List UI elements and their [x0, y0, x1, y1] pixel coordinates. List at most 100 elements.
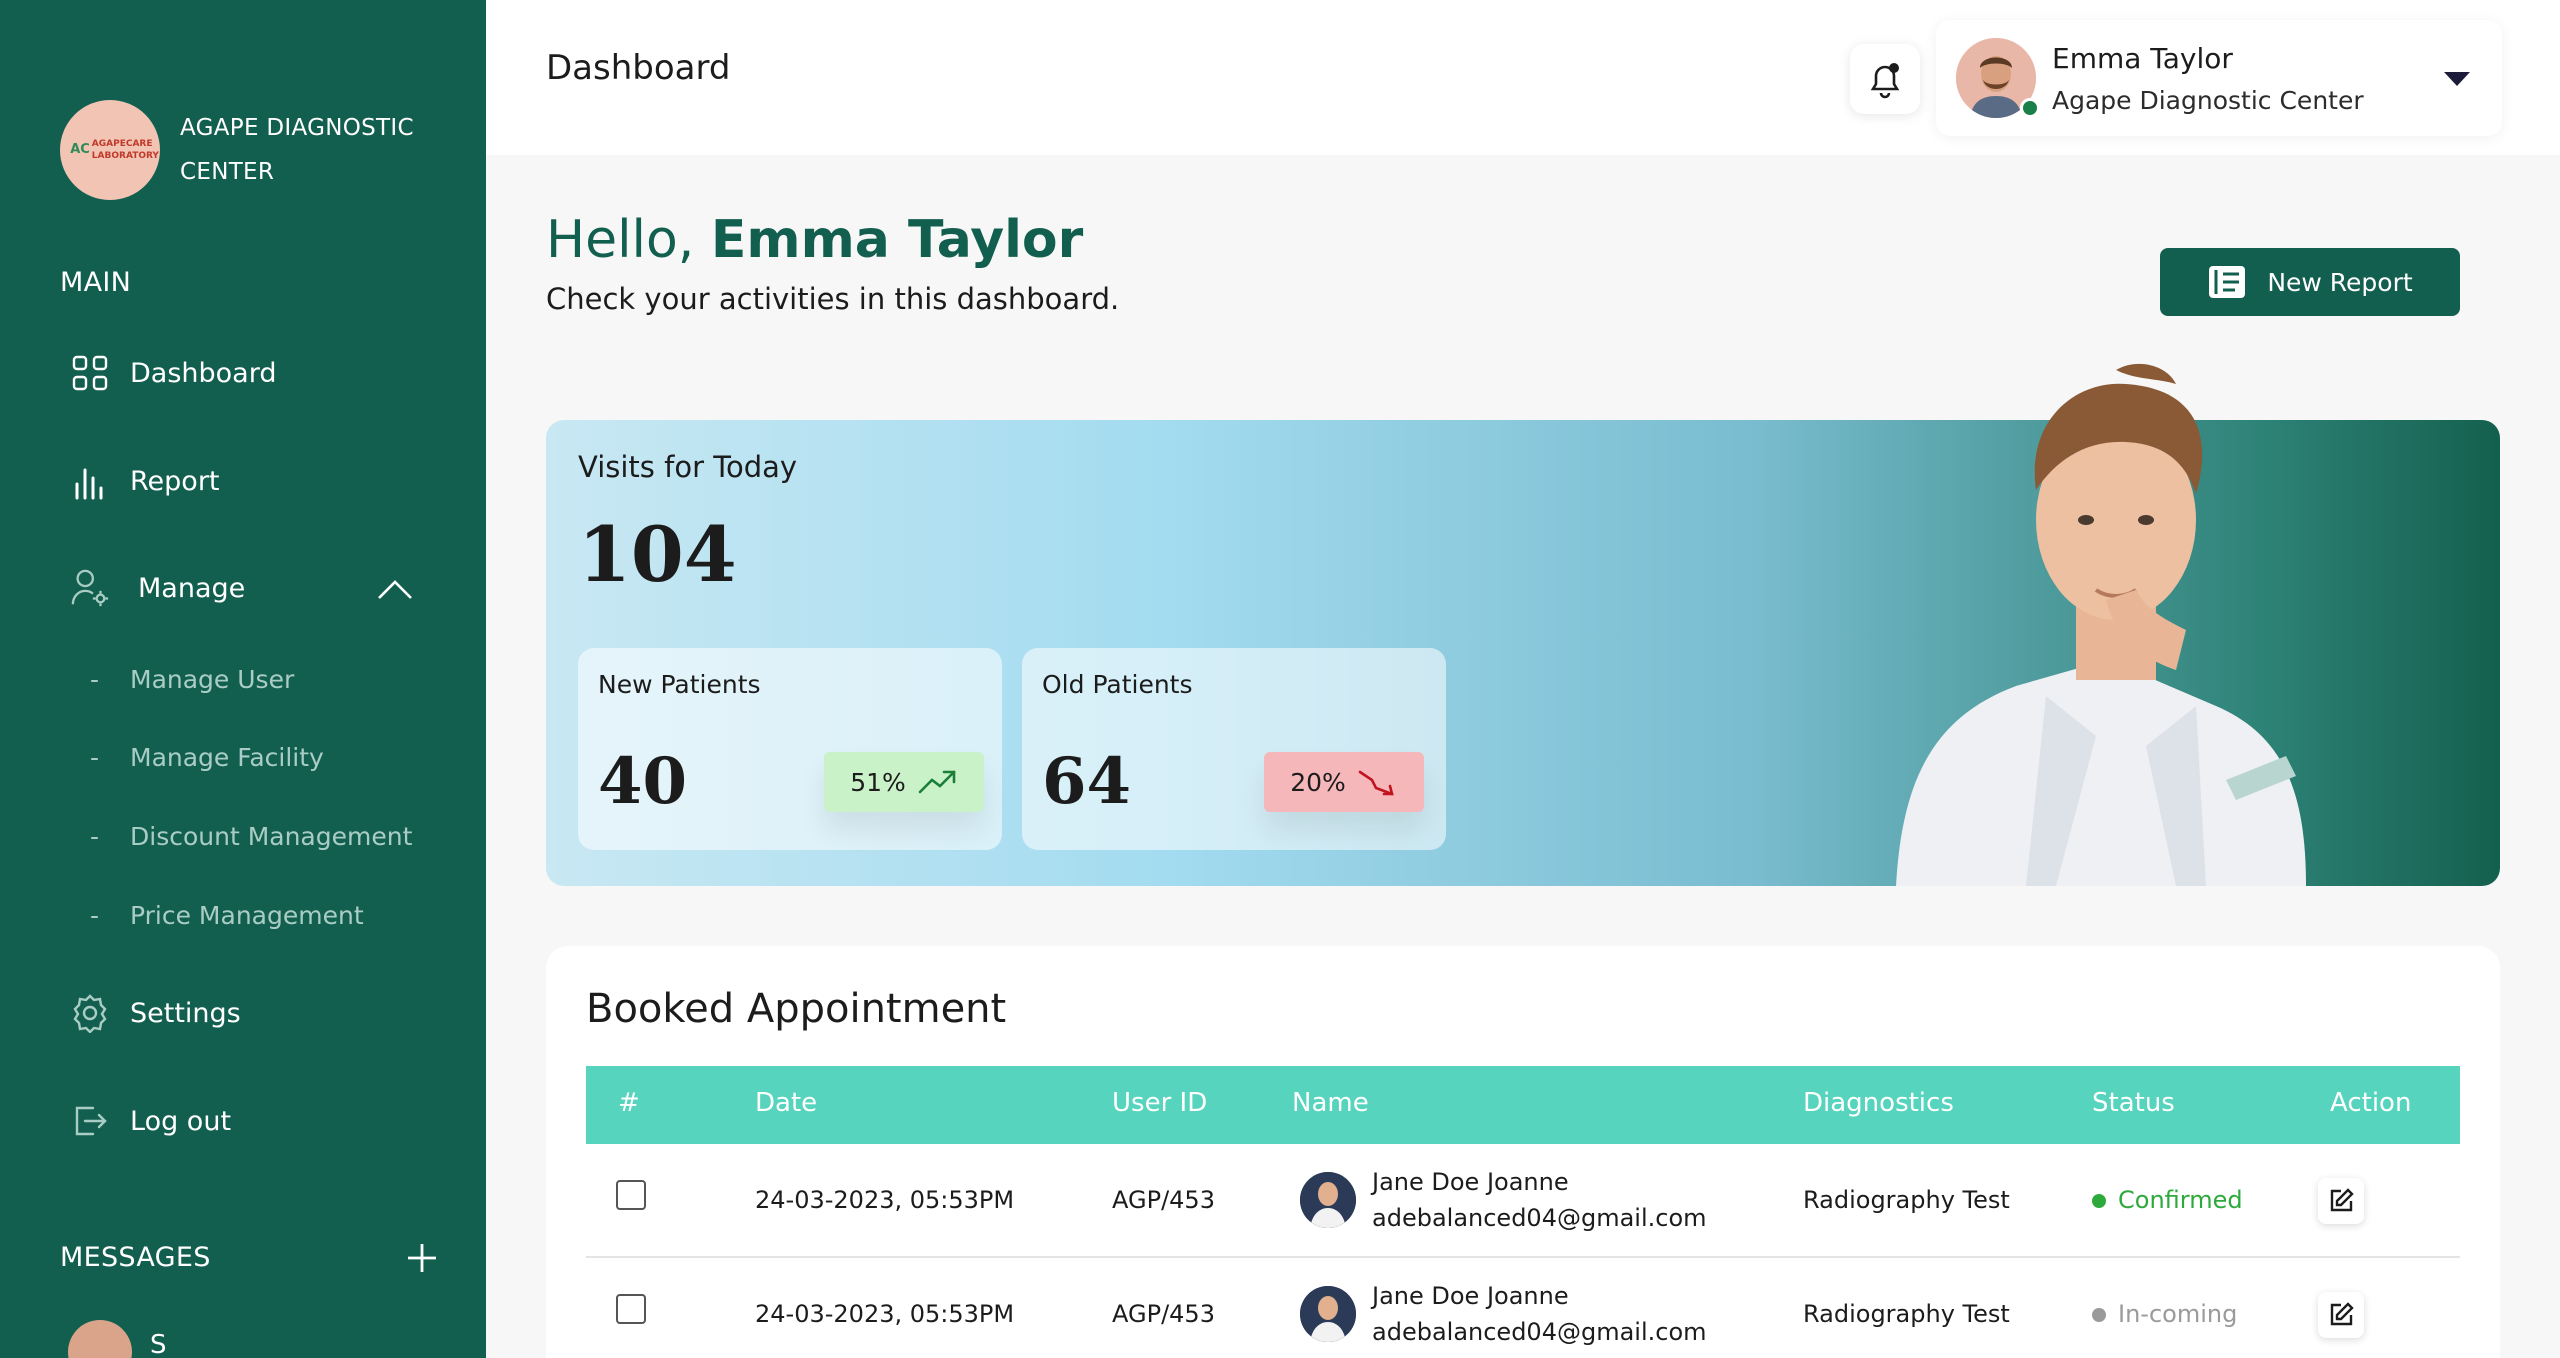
bell-icon: [1870, 63, 1900, 99]
new-patients-card: New Patients 40 51%: [578, 648, 1002, 850]
booked-appointments-card: Booked Appointment # Date User ID Name D…: [546, 946, 2500, 1358]
sidebar-subitem-label: Manage Facility: [130, 743, 324, 772]
new-patients-value: 40: [598, 744, 688, 819]
chevron-up-icon[interactable]: [375, 570, 415, 610]
bar-chart-icon: [70, 461, 110, 501]
caret-down-icon[interactable]: [2444, 72, 2470, 86]
status-dot: [2092, 1308, 2106, 1322]
row-checkbox[interactable]: [616, 1180, 646, 1210]
plus-icon[interactable]: [402, 1238, 442, 1278]
bullet-dash: -: [90, 665, 100, 694]
sidebar-item-label: Log out: [130, 1105, 232, 1137]
old-patients-value: 64: [1042, 744, 1132, 819]
brand-logo-mark: AC: [70, 142, 90, 157]
new-patients-label: New Patients: [598, 670, 761, 699]
cell-name: Jane Doe Joanne: [1372, 1282, 1569, 1310]
cell-name: Jane Doe Joanne: [1372, 1168, 1569, 1196]
new-report-label: New Report: [2267, 267, 2413, 297]
sidebar-subitem-label: Discount Management: [130, 822, 413, 851]
sidebar-subitem-manage-facility[interactable]: - Manage Facility: [90, 743, 324, 772]
profile-name: Emma Taylor: [2052, 42, 2233, 75]
cell-diagnostics: Radiography Test: [1803, 1186, 2010, 1214]
column-header: Diagnostics: [1803, 1088, 1954, 1118]
brand[interactable]: AC AGAPECARE LABORATORY AGAPE DIAGNOSTIC…: [60, 100, 440, 200]
sidebar-subitem-manage-user[interactable]: - Manage User: [90, 665, 294, 694]
visits-value: 104: [578, 510, 737, 599]
cell-user-id: AGP/453: [1112, 1300, 1215, 1328]
grid-icon: [70, 353, 110, 393]
sidebar-item-label: Dashboard: [130, 357, 277, 389]
report-icon: [2209, 266, 2246, 298]
trend-percent: 51%: [850, 767, 906, 797]
table-row: 24-03-2023, 05:53PM AGP/453 Jane Doe Joa…: [586, 1258, 2460, 1358]
sidebar-item-manage[interactable]: Manage: [70, 568, 245, 608]
column-header: Status: [2092, 1088, 2175, 1118]
cell-email: adebalanced04@gmail.com: [1372, 1318, 1707, 1346]
top-header: Dashboard Emma Taylor Agape Diagnostic C…: [486, 0, 2560, 155]
profile-menu[interactable]: Emma Taylor Agape Diagnostic Center: [1936, 20, 2502, 136]
message-avatar[interactable]: [68, 1320, 132, 1358]
sidebar-item-report[interactable]: Report: [70, 461, 220, 501]
trend-down-icon: [1358, 770, 1394, 796]
status-label: Confirmed: [2118, 1186, 2243, 1214]
sidebar-subitem-price-management[interactable]: - Price Management: [90, 901, 364, 930]
sidebar-subitem-label: Manage User: [130, 665, 295, 694]
bullet-dash: -: [90, 743, 100, 772]
sidebar-subitem-discount-management[interactable]: - Discount Management: [90, 822, 412, 851]
trend-up-icon: [918, 770, 956, 794]
edit-button[interactable]: [2318, 1292, 2364, 1338]
status-dot: [2092, 1194, 2106, 1208]
cell-diagnostics: Radiography Test: [1803, 1300, 2010, 1328]
online-status-dot: [2020, 98, 2040, 118]
old-patients-label: Old Patients: [1042, 670, 1193, 699]
greeting-name: Emma Taylor: [710, 210, 1084, 270]
brand-name: AGAPE DIAGNOSTIC CENTER: [180, 115, 414, 185]
section-title: Booked Appointment: [586, 986, 1007, 1032]
messages-section-label: MESSAGES: [60, 1242, 211, 1273]
column-header: #: [618, 1088, 640, 1118]
message-contact-name[interactable]: S: [150, 1330, 167, 1358]
profile-organization: Agape Diagnostic Center: [2052, 86, 2364, 115]
status-badge: In-coming: [2092, 1300, 2237, 1328]
table-header: # Date User ID Name Diagnostics Status A…: [586, 1066, 2460, 1144]
edit-icon: [2330, 1188, 2354, 1212]
gear-icon: [70, 993, 110, 1033]
old-patients-trend-badge: 20%: [1264, 752, 1424, 812]
cell-email: adebalanced04@gmail.com: [1372, 1204, 1707, 1232]
avatar: [1300, 1172, 1356, 1228]
column-header: Name: [1292, 1088, 1369, 1118]
sidebar-subitem-label: Price Management: [130, 901, 364, 930]
brand-logo: AC AGAPECARE LABORATORY: [60, 100, 160, 200]
column-header: User ID: [1112, 1088, 1208, 1118]
column-header: Action: [2330, 1088, 2412, 1118]
old-patients-card: Old Patients 64 20%: [1022, 648, 1446, 850]
logout-icon: [70, 1101, 110, 1141]
sidebar-item-label: Settings: [130, 997, 241, 1029]
doctor-illustration: [1896, 363, 2306, 886]
sidebar-item-label: Report: [130, 465, 220, 497]
new-patients-trend-badge: 51%: [824, 752, 984, 812]
sidebar: AC AGAPECARE LABORATORY AGAPE DIAGNOSTIC…: [0, 0, 486, 1358]
sidebar-item-settings[interactable]: Settings: [70, 993, 241, 1033]
new-report-button[interactable]: New Report: [2160, 248, 2460, 316]
visits-hero-card: Visits for Today 104 New Patients 40 51%…: [546, 363, 2500, 886]
bullet-dash: -: [90, 822, 100, 851]
main-section-label: MAIN: [60, 267, 132, 298]
cell-date: 24-03-2023, 05:53PM: [755, 1300, 1015, 1328]
row-checkbox[interactable]: [616, 1294, 646, 1324]
page-title: Dashboard: [546, 48, 731, 88]
sidebar-item-dashboard[interactable]: Dashboard: [70, 353, 276, 393]
sidebar-item-label: Manage: [138, 572, 246, 604]
sidebar-item-logout[interactable]: Log out: [70, 1101, 231, 1141]
cell-date: 24-03-2023, 05:53PM: [755, 1186, 1015, 1214]
brand-logo-text: AGAPECARE LABORATORY: [91, 139, 159, 161]
bullet-dash: -: [90, 901, 100, 930]
trend-percent: 20%: [1290, 767, 1346, 797]
edit-button[interactable]: [2318, 1178, 2364, 1224]
status-label: In-coming: [2118, 1300, 2238, 1328]
greeting-subtitle: Check your activities in this dashboard.: [546, 282, 1120, 316]
greeting-heading: Hello, Emma Taylor: [546, 210, 1083, 270]
user-gear-icon: [70, 568, 110, 608]
notification-button[interactable]: [1850, 44, 1920, 114]
edit-icon: [2330, 1302, 2354, 1326]
